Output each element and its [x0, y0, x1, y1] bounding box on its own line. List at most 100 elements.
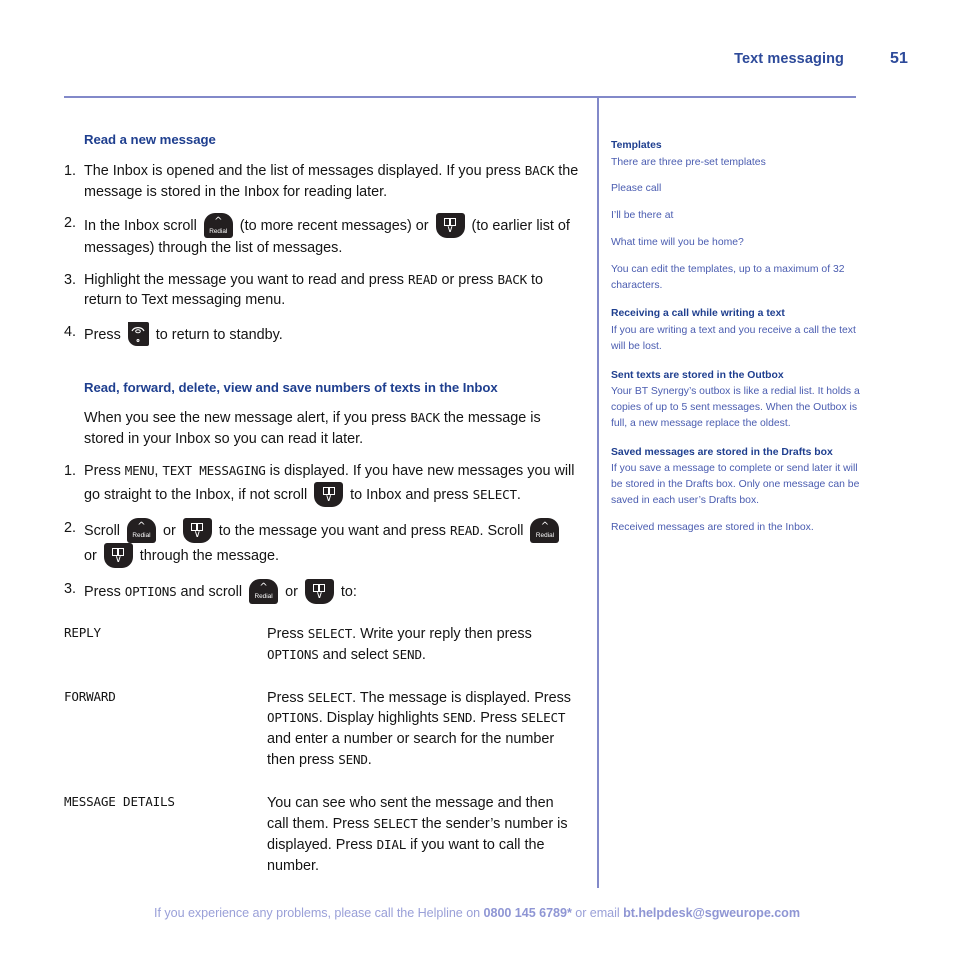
chevron-down-icon: ∨	[193, 528, 201, 540]
definition-description: Press SELECT. The message is displayed. …	[267, 688, 579, 772]
steps-list-read-new-message: 1. The Inbox is opened and the list of me…	[64, 161, 579, 346]
scroll-down-phonebook-key-icon: ∨	[314, 481, 344, 507]
step-text: Press MENU, TEXT MESSAGING is displayed.…	[84, 463, 574, 507]
body-text: .	[367, 752, 372, 769]
sidebar-note-paragraph: What time will you be home?	[611, 237, 744, 249]
chevron-down-icon: ∨	[446, 224, 454, 236]
body-text: and enter a number or search for the num…	[267, 731, 555, 769]
body-text: or	[281, 583, 302, 600]
device-command-text: BACK	[524, 163, 555, 178]
scroll-up-redial-key-icon: ^ Redial	[203, 213, 233, 239]
chevron-up-icon: ^	[137, 520, 146, 532]
body-text: . Display highlights	[318, 710, 443, 727]
device-command-text: OPTIONS	[267, 646, 319, 662]
body-text: In the Inbox scroll	[84, 218, 201, 235]
chevron-up-icon: ^	[214, 216, 223, 228]
body-text: through the message.	[135, 547, 279, 564]
body-text: and scroll	[176, 583, 247, 600]
sidebar-note-block: Saved messages are stored in the Drafts …	[611, 445, 863, 536]
sidebar-note-paragraph: You can edit the templates, up to a maxi…	[611, 263, 845, 291]
section-heading-read-forward-delete: Read, forward, delete, view and save num…	[84, 379, 498, 395]
section-heading-read-new-message: Read a new message	[84, 132, 216, 147]
body-text: Scroll	[84, 522, 124, 539]
chevron-up-icon: ^	[259, 581, 268, 593]
redial-key-label: Redial	[209, 227, 228, 235]
body-text: . Scroll	[479, 522, 528, 539]
scroll-down-phonebook-key-icon: ∨	[304, 578, 334, 604]
scroll-up-redial-key-icon: ^ Redial	[249, 578, 279, 604]
body-text: . Press	[472, 710, 521, 727]
definition-row: FORWARD Press SELECT. The message is disp…	[64, 688, 579, 772]
step-text: The Inbox is opened and the list of mess…	[84, 163, 578, 200]
step-item: 1. Press MENU, TEXT MESSAGING is displaye…	[64, 461, 579, 507]
chevron-up-icon: ^	[540, 520, 550, 532]
scroll-down-phonebook-key-icon: ∨	[103, 542, 133, 568]
sidebar-note-heading: Receiving a call while writing a text	[611, 308, 785, 320]
footer-email-address[interactable]: bt.helpdesk@sgweurope.com	[623, 906, 800, 920]
end-call-standby-key-icon	[127, 321, 149, 346]
body-text: When you see the new message alert, if y…	[84, 409, 411, 426]
section2-intro-paragraph: When you see the new message alert, if y…	[64, 408, 579, 449]
step-item: 3. Highlight the message you want to read…	[64, 270, 579, 311]
scroll-up-redial-key-icon: ^ Redial	[126, 517, 156, 543]
step-number: 4.	[64, 323, 77, 340]
redial-key-label: Redial	[535, 532, 555, 540]
definition-row: REPLY Press SELECT. Write your reply then…	[64, 624, 579, 666]
definition-term: FORWARD	[64, 688, 116, 704]
device-command-text: READ	[449, 522, 480, 538]
device-command-text: SELECT	[520, 710, 566, 726]
sidebar-note-block: Sent texts are stored in the Outbox Your …	[611, 368, 863, 432]
footer-phone-number: 0800 145 6789*	[483, 906, 572, 920]
header-divider-rule	[64, 96, 856, 98]
device-command-text: BACK	[410, 409, 440, 425]
steps-list-inbox-actions: 1. Press MENU, TEXT MESSAGING is displaye…	[64, 461, 579, 604]
definition-term: REPLY	[64, 624, 101, 640]
step-number: 2.	[64, 519, 77, 536]
definition-term: MESSAGE DETAILS	[64, 794, 175, 809]
footer-middle-text: or email	[571, 906, 624, 920]
definition-description: Press SELECT. Write your reply then pres…	[267, 624, 579, 666]
page-header: Text messaging 51	[734, 50, 908, 68]
sidebar-note-block: Receiving a call while writing a text If …	[611, 306, 863, 354]
step-item: 1. The Inbox is opened and the list of me…	[64, 161, 579, 202]
definition-description: You can see who sent the message and the…	[267, 793, 579, 877]
body-text: Press	[267, 625, 308, 642]
device-command-text: OPTIONS	[267, 710, 319, 726]
body-text: Press	[267, 689, 308, 706]
body-text: to Inbox and press	[346, 486, 473, 503]
sidebar-note-paragraph: There are three pre-set templates	[611, 156, 766, 168]
device-command-text: SELECT	[472, 486, 517, 502]
sidebar-note-paragraph: Your BT Synergy’s outbox is like a redia…	[611, 386, 860, 429]
step-text: Highlight the message you want to read a…	[84, 272, 543, 309]
footer-lead-text: If you experience any problems, please c…	[154, 906, 484, 920]
body-text: Press	[84, 326, 125, 343]
device-command-text: DIAL	[376, 836, 407, 852]
step-text: In the Inbox scroll ^ Redial (to more rec…	[84, 213, 570, 256]
device-command-text: SEND	[442, 710, 473, 726]
sidebar-notes-column: Templates There are three pre-set templat…	[611, 138, 863, 549]
body-text: Press	[84, 583, 125, 600]
body-text: to:	[336, 583, 357, 600]
definition-row: MESSAGE DETAILS You can see who sent the …	[64, 793, 579, 877]
sidebar-note-paragraph: Please call	[611, 183, 662, 195]
sidebar-note-block: Templates There are three pre-set templat…	[611, 138, 863, 293]
scroll-up-redial-key-icon: ^ Redial	[530, 517, 560, 543]
body-text: to return to standby.	[151, 326, 283, 343]
device-command-text: SEND	[338, 752, 368, 768]
redial-key-label: Redial	[132, 532, 151, 540]
body-text: .	[421, 646, 426, 663]
device-command-text: BACK	[497, 271, 528, 287]
step-number: 3.	[64, 580, 77, 597]
main-content-column: Read a new message 1. The Inbox is opened…	[64, 132, 579, 899]
device-command-text: OPTIONS	[124, 583, 177, 599]
device-command-text: SEND	[392, 646, 422, 662]
step-item: 4. Press to return to standby.	[64, 321, 579, 346]
body-text: .	[516, 486, 521, 503]
step-text: Press to return to standby.	[84, 321, 283, 346]
body-text: or	[158, 522, 180, 539]
step-text: Scroll ^ Redial or ∨ to the message you w…	[84, 517, 562, 568]
page-number: 51	[890, 50, 908, 67]
step-item: 2. In the Inbox scroll ^ Redial (to more r…	[64, 213, 579, 259]
step-item: 3. Press OPTIONS and scroll ^ Redial or ∨ …	[64, 578, 579, 604]
footer-helpline: If you experience any problems, please c…	[0, 906, 954, 920]
